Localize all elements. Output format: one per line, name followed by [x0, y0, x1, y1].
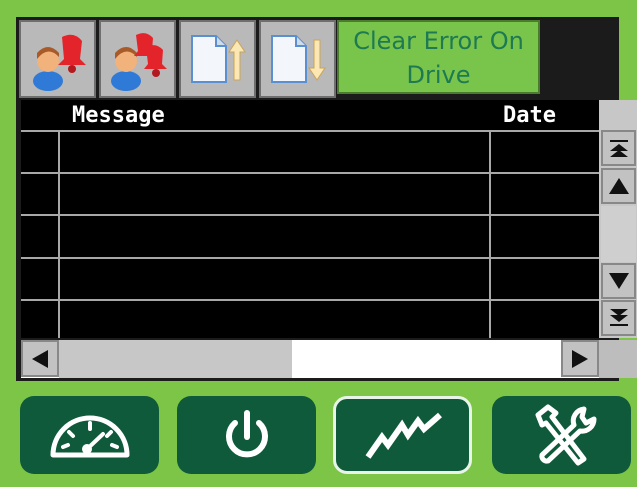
trend-icon — [365, 412, 442, 459]
scroll-bottom-icon — [609, 309, 628, 326]
scroll-bottom-button[interactable] — [601, 300, 636, 336]
horizontal-scroll-thumb[interactable] — [59, 340, 292, 378]
tools-icon — [535, 404, 597, 466]
page-up-icon — [190, 35, 246, 83]
user-alarm-icon — [32, 34, 86, 91]
table-row[interactable] — [21, 259, 599, 299]
clear-error-label-line2: Drive — [406, 61, 471, 89]
scroll-right-button[interactable] — [561, 340, 599, 377]
clear-error-label-line1: Clear Error On — [353, 27, 524, 55]
user-alarm-multi-icon — [110, 33, 167, 91]
scroll-left-icon — [32, 349, 48, 368]
page-up-button[interactable] — [179, 20, 256, 98]
table-row[interactable] — [21, 301, 599, 338]
column-header-message[interactable]: Message — [60, 100, 490, 131]
power-icon — [225, 410, 268, 458]
alarm-table: Message Date — [21, 100, 599, 338]
scroll-up-button[interactable] — [601, 168, 636, 204]
speedometer-icon — [50, 415, 129, 458]
nav-dashboard-button[interactable] — [20, 396, 159, 474]
acknowledge-alarm-button[interactable] — [19, 20, 96, 98]
scroll-down-button[interactable] — [601, 263, 636, 299]
scroll-down-icon — [608, 273, 629, 289]
scroll-top-button[interactable] — [601, 130, 636, 166]
page-down-button[interactable] — [259, 20, 336, 98]
scroll-top-icon — [609, 140, 628, 157]
nav-tools-button[interactable] — [492, 396, 631, 474]
scroll-up-icon — [608, 178, 629, 194]
scrollbar-corner — [599, 340, 637, 378]
nav-power-button[interactable] — [177, 396, 316, 474]
page-down-icon — [270, 35, 326, 83]
table-row[interactable] — [21, 216, 599, 257]
clear-error-button[interactable]: Clear Error On Drive — [337, 20, 540, 94]
table-row[interactable] — [21, 132, 599, 172]
scroll-right-icon — [572, 349, 588, 368]
scroll-left-button[interactable] — [21, 340, 59, 377]
vertical-scroll-thumb[interactable] — [601, 206, 636, 262]
nav-trend-button[interactable] — [333, 396, 472, 474]
table-row[interactable] — [21, 174, 599, 214]
column-header-date[interactable]: Date — [491, 100, 599, 131]
acknowledge-all-alarms-button[interactable] — [99, 20, 176, 98]
